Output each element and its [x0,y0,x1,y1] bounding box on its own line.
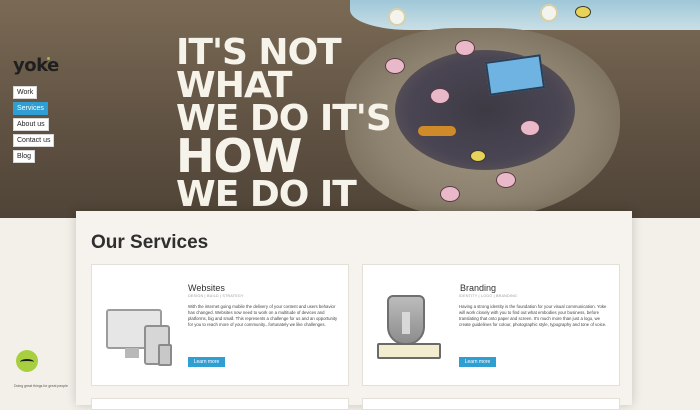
monitor-stand-icon [125,348,139,358]
service-tags: DESIGN | BUILD | STRATEGY [188,294,244,298]
headline-line-4: HOW [176,129,302,184]
shield-logo-icon [387,295,425,345]
pig-character-icon [440,186,460,202]
hero-headline: IT'S NOT WHAT WE DO IT'S HOW WE DO IT [176,34,392,215]
hero-banner: IT'S NOT WHAT WE DO IT'S HOW WE DO IT [0,0,700,218]
main-nav: Work Services About us Contact us Blog [13,86,55,166]
service-card-next-right [362,398,620,410]
ribbon-banner-icon [377,343,441,359]
hero-illustration-pipe [418,126,456,136]
bee-icon [575,6,591,18]
service-card-branding: Branding IDENTITY | LOGO | BRANDING Havi… [362,264,620,386]
nav-item-services[interactable]: Services [13,102,48,115]
learn-more-branding-button[interactable]: Learn more [459,357,496,367]
logo-dot-icon [47,57,50,60]
headline-line-5: WE DO IT [176,173,357,215]
bee-icon [470,150,486,162]
nav-item-blog[interactable]: Blog [13,150,36,163]
nav-item-about-us[interactable]: About us [13,118,49,131]
pig-character-icon [520,120,540,136]
page-title: Our Services [91,232,209,253]
daisy-flower-icon [388,8,406,26]
pig-character-icon [496,172,516,188]
nav-item-contact-us[interactable]: Contact us [13,134,55,147]
learn-more-websites-button[interactable]: Learn more [188,357,225,367]
service-description: With the internet going mobile the deliv… [188,304,338,328]
nav-item-work[interactable]: Work [13,86,38,99]
service-card-websites: Websites DESIGN | BUILD | STRATEGY With … [91,264,349,386]
service-description: Having a strong identity is the foundati… [459,304,607,328]
pig-character-icon [455,40,475,56]
footer-note: Doing great things for great people [14,384,68,388]
service-tags: IDENTITY | LOGO | BRANDING [459,294,518,298]
yoke-logo[interactable]: yoke [13,55,59,76]
service-title: Branding [460,283,497,293]
phone-icon [158,344,172,366]
service-card-next-left [91,398,349,410]
smile-badge-icon [16,350,38,372]
service-title: Websites [188,283,225,293]
pig-character-icon [430,88,450,104]
daisy-flower-icon [540,4,558,22]
